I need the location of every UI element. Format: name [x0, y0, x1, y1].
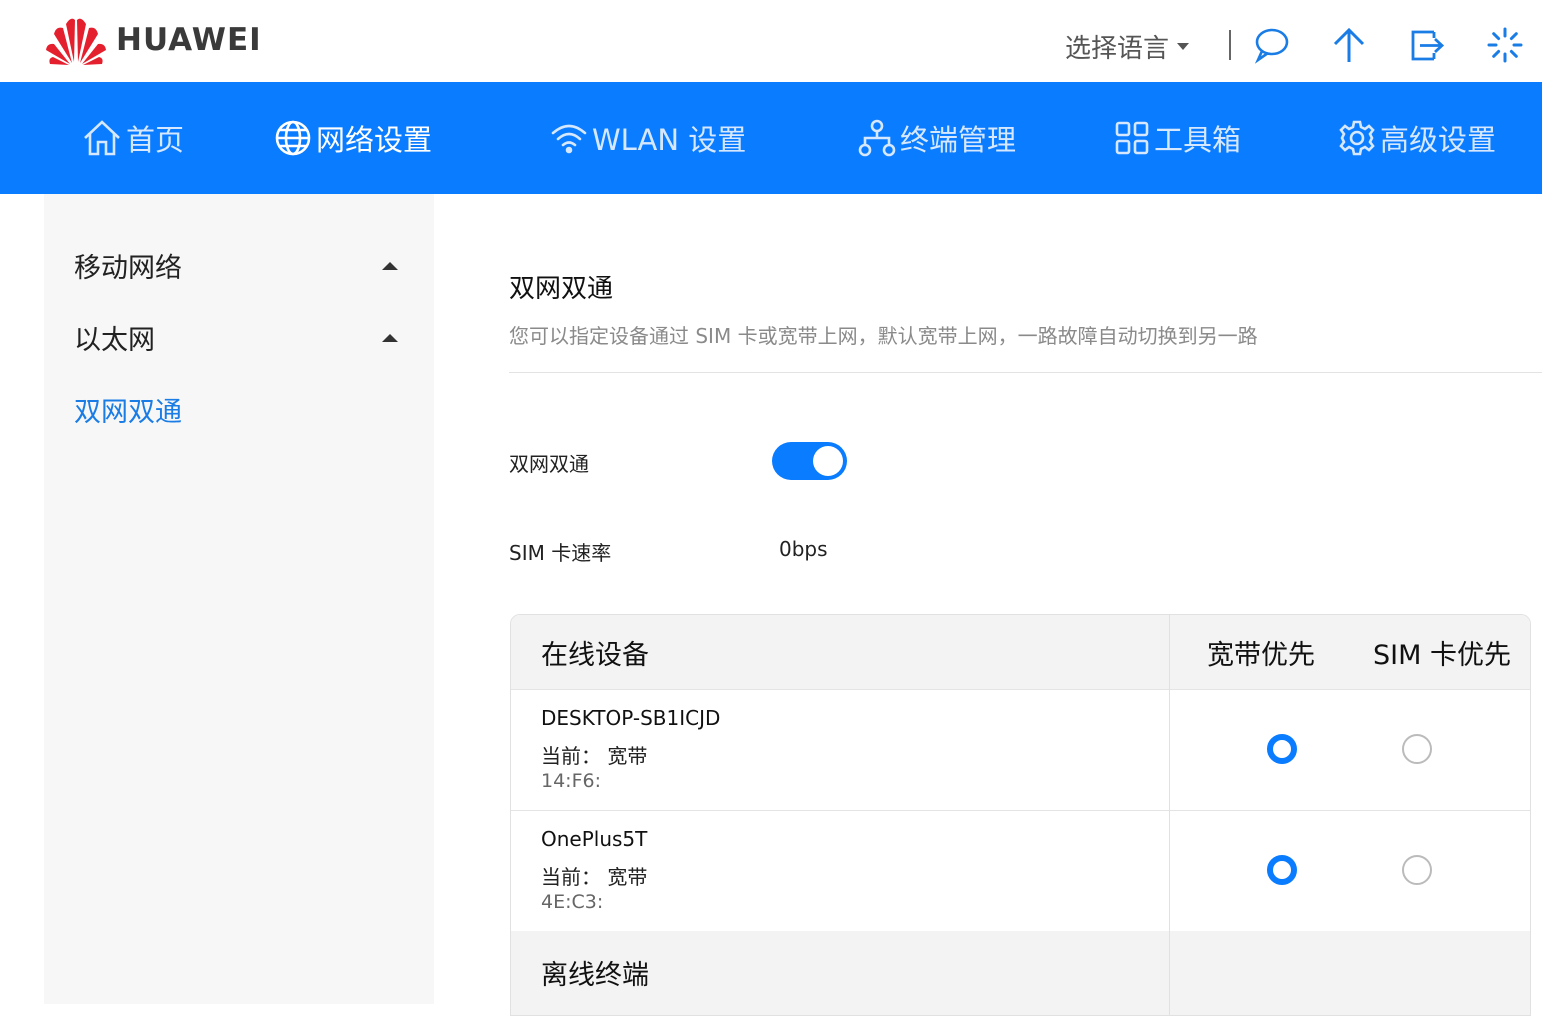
nav-toolbox[interactable]: 工具箱 — [1114, 82, 1241, 194]
sim-rate-label: SIM 卡速率 — [509, 541, 612, 565]
table-row: OnePlus5T 当前： 宽带 4E:C3: — [511, 811, 1530, 932]
wifi-icon — [551, 124, 587, 154]
devices-table: 在线设备 宽带优先 SIM 卡优先 DESKTOP-SB1ICJD 当前： 宽带… — [510, 614, 1531, 1016]
header-broadband-priority: 宽带优先 — [1207, 639, 1315, 671]
message-icon[interactable] — [1250, 24, 1292, 66]
nav-wlan-label: WLAN 设置 — [592, 123, 747, 157]
gear-icon — [1339, 120, 1375, 156]
content-divider — [509, 372, 1542, 373]
nav-terminal-label: 终端管理 — [900, 123, 1017, 157]
nav-home[interactable]: 首页 — [82, 82, 184, 194]
dual-network-toggle[interactable] — [772, 442, 847, 480]
grid-icon — [1115, 121, 1149, 155]
header-divider — [1229, 30, 1231, 60]
nav-network-label: 网络设置 — [316, 123, 433, 157]
header-online-devices: 在线设备 — [541, 639, 649, 671]
caret-up-icon — [382, 333, 398, 342]
chevron-down-icon — [1177, 43, 1190, 50]
huawei-logo: HUAWEI — [44, 14, 262, 66]
sidebar-item-mobile-network[interactable]: 移动网络 — [74, 246, 404, 285]
sidebar-item-label: 以太网 — [74, 325, 155, 356]
language-label: 选择语言 — [1065, 34, 1170, 64]
main-nav: 首页 网络设置 WLAN 设置 终端管理 工具箱 高级设置 — [0, 82, 1542, 194]
nav-home-label: 首页 — [126, 123, 185, 157]
huawei-logo-icon — [46, 18, 106, 65]
nav-terminal-management[interactable]: 终端管理 — [858, 82, 1016, 194]
nav-wlan-settings[interactable]: WLAN 设置 — [550, 82, 746, 194]
broadband-priority-radio[interactable] — [1267, 855, 1297, 885]
sim-priority-radio[interactable] — [1402, 855, 1432, 885]
nav-advanced-settings[interactable]: 高级设置 — [1338, 82, 1496, 194]
nav-network-settings[interactable]: 网络设置 — [274, 82, 432, 194]
brand-name: HUAWEI — [116, 22, 262, 58]
device-mac: 4E:C3: — [541, 891, 604, 913]
top-header: HUAWEI 选择语言 — [0, 0, 1542, 83]
table-header: 在线设备 宽带优先 SIM 卡优先 — [511, 615, 1530, 690]
home-icon — [84, 120, 120, 156]
column-divider — [1169, 615, 1170, 1015]
sidebar-item-ethernet[interactable]: 以太网 — [74, 318, 404, 357]
network-tree-icon — [858, 119, 896, 157]
caret-up-icon — [382, 261, 398, 270]
device-current-connection: 当前： 宽带 — [541, 744, 648, 768]
language-select[interactable]: 选择语言 — [1065, 28, 1190, 65]
loading-icon[interactable] — [1484, 24, 1526, 66]
sim-priority-radio[interactable] — [1402, 734, 1432, 764]
device-name: OnePlus5T — [541, 827, 648, 851]
sidebar-item-label: 双网双通 — [74, 397, 182, 428]
offline-devices-label: 离线终端 — [541, 960, 649, 991]
globe-icon — [275, 120, 311, 156]
table-row: DESKTOP-SB1ICJD 当前： 宽带 14:F6: — [511, 690, 1530, 811]
logout-icon[interactable] — [1406, 24, 1448, 66]
sim-rate-value: 0bps — [779, 537, 828, 561]
nav-advanced-label: 高级设置 — [1380, 123, 1497, 157]
toggle-knob — [813, 446, 843, 476]
nav-toolbox-label: 工具箱 — [1154, 123, 1242, 157]
page-title: 双网双通 — [509, 274, 614, 304]
header-sim-priority: SIM 卡优先 — [1373, 639, 1511, 671]
sidebar-item-dual-network[interactable]: 双网双通 — [74, 390, 404, 429]
sidebar: 移动网络 以太网 双网双通 — [44, 194, 434, 1004]
upgrade-icon[interactable] — [1328, 24, 1370, 66]
device-current-connection: 当前： 宽带 — [541, 865, 648, 889]
device-mac: 14:F6: — [541, 770, 601, 792]
offline-devices-section: 离线终端 — [511, 931, 1530, 1015]
device-name: DESKTOP-SB1ICJD — [541, 706, 721, 730]
broadband-priority-radio[interactable] — [1267, 734, 1297, 764]
page-description: 您可以指定设备通过 SIM 卡或宽带上网，默认宽带上网，一路故障自动切换到另一路 — [509, 324, 1258, 348]
sidebar-item-label: 移动网络 — [74, 253, 182, 284]
dual-network-toggle-label: 双网双通 — [509, 452, 589, 476]
